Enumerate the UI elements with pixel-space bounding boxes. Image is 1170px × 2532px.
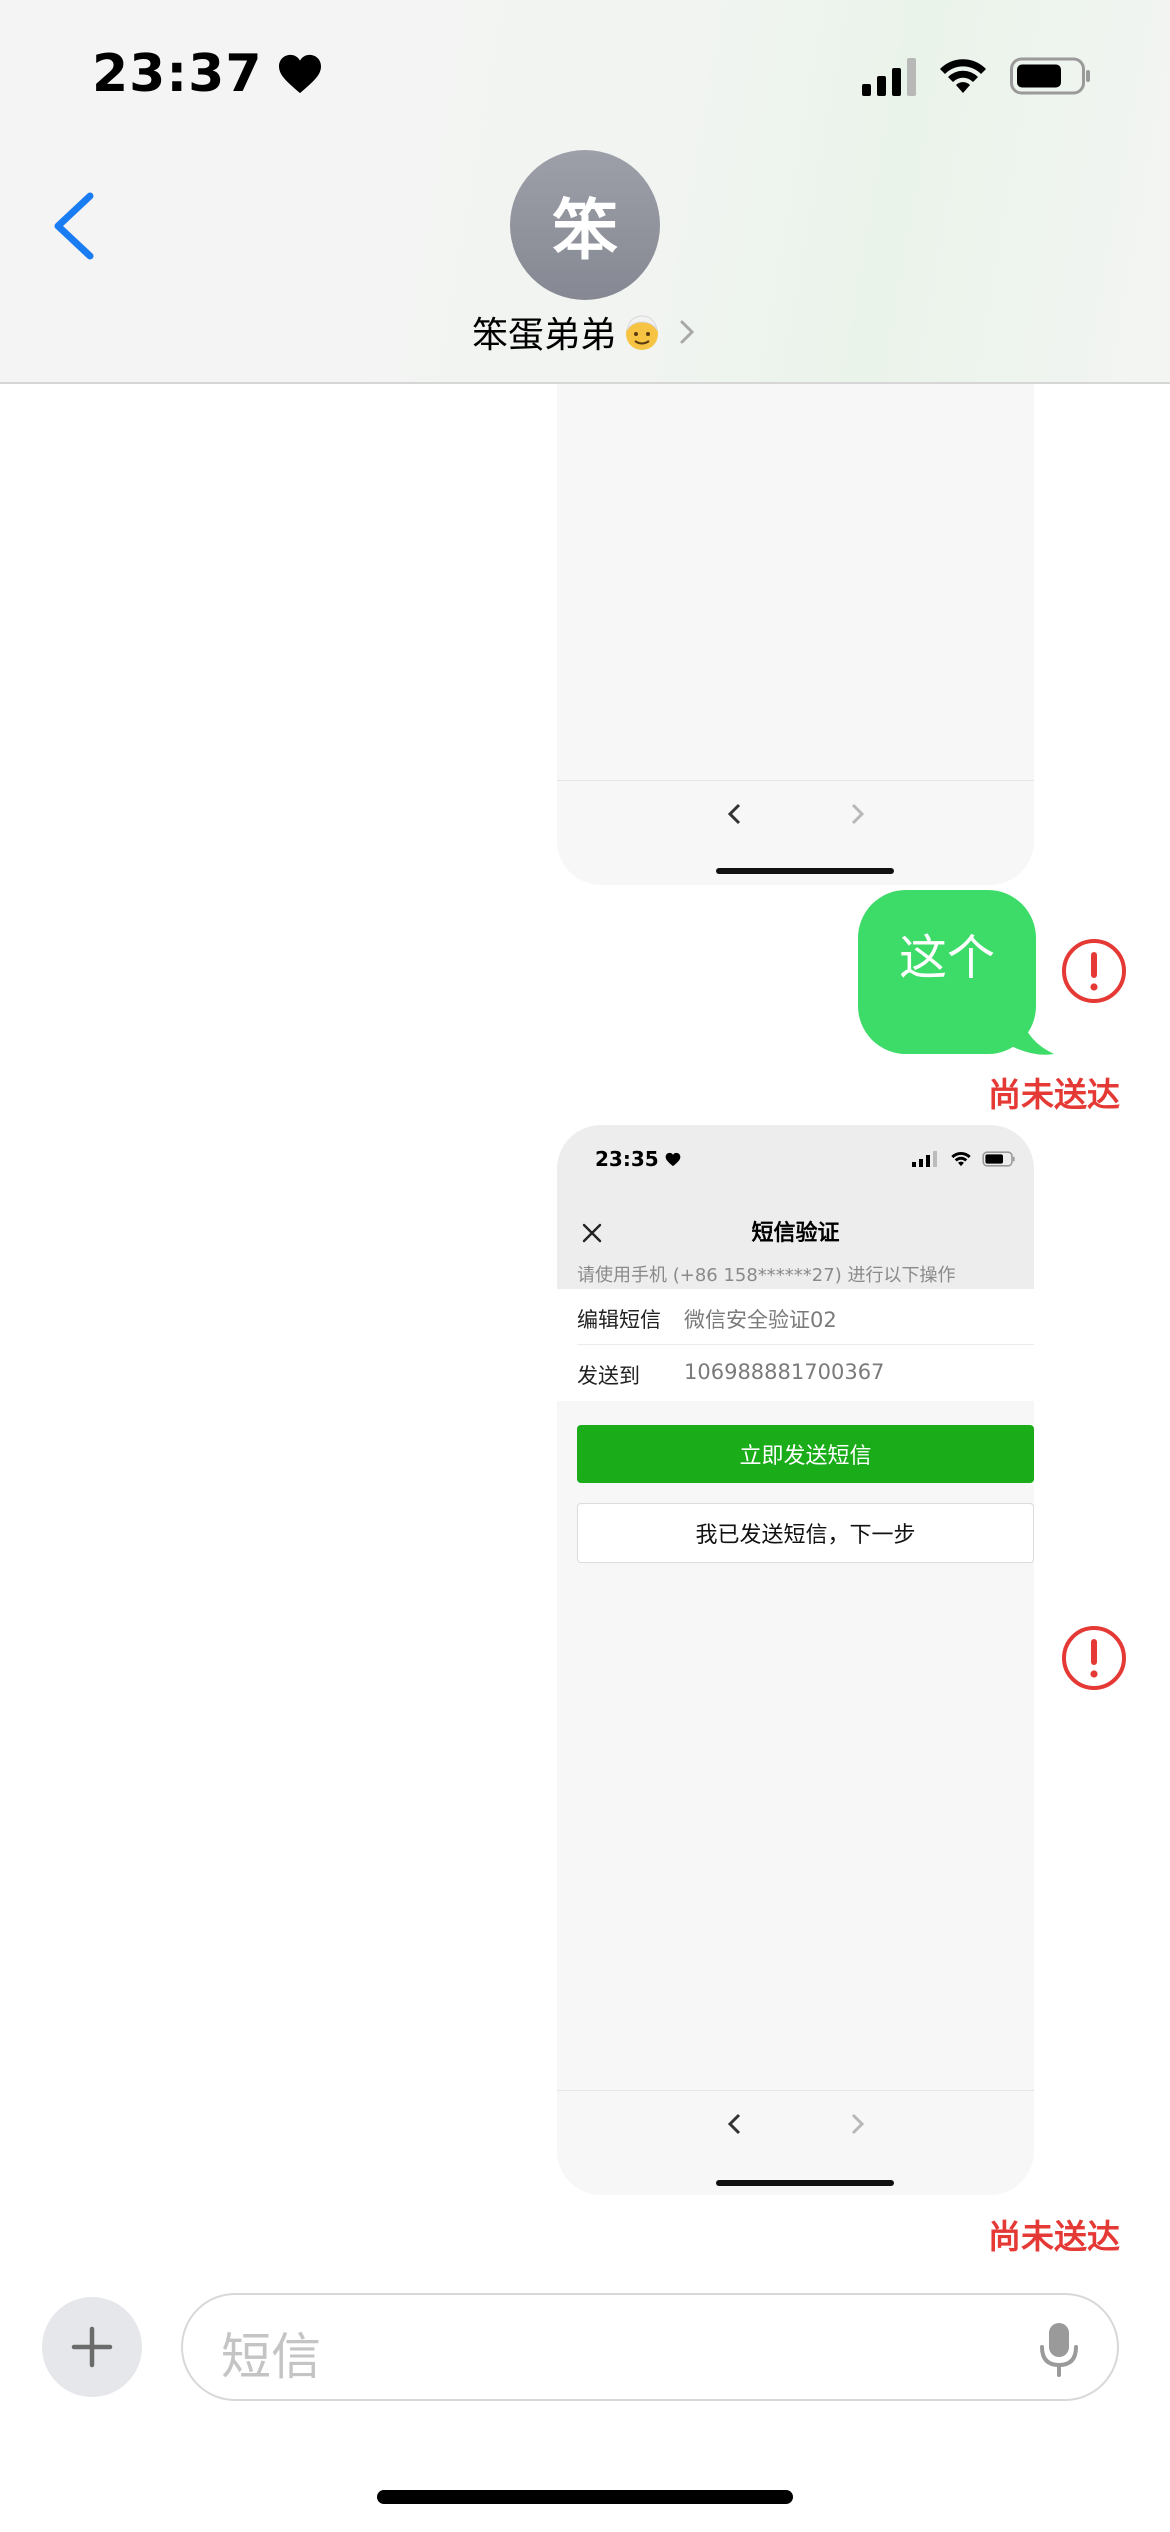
attached-screenshot-2[interactable]: 23:35 短信验证 请使用手机 (+86 158******27) 进行以下操…: [557, 1125, 1034, 2195]
message-bubble[interactable]: 这个: [858, 890, 1036, 1054]
home-indicator: [716, 868, 894, 874]
plus-icon: [71, 2326, 113, 2368]
screenshot-status-bar: 23:35: [557, 1125, 1034, 1195]
screenshot-hint: 请使用手机 (+86 158******27) 进行以下操作: [577, 1265, 956, 1286]
status-time-text: 23:37: [92, 44, 263, 104]
send-sms-now-button: 立即发送短信: [577, 1425, 1034, 1483]
attached-screenshot-1[interactable]: [557, 300, 1034, 885]
back-chevron-icon: [727, 2113, 740, 2135]
screenshot-status-icons: [912, 1151, 1016, 1167]
send-to-row: 发送到 106988881700367: [557, 1345, 1034, 1401]
contact-name: 笨蛋弟弟: [471, 315, 616, 356]
forward-chevron-icon: [851, 2113, 864, 2135]
old-man-emoji-icon: [626, 315, 658, 350]
conversation-header: 23:37 笨 笨蛋弟弟: [0, 0, 1170, 384]
row-label: 发送到: [577, 1364, 640, 1388]
message-input[interactable]: 短信: [181, 2293, 1119, 2401]
add-attachment-button[interactable]: [42, 2297, 142, 2397]
microphone-icon[interactable]: [1037, 2321, 1081, 2377]
battery-icon: [1010, 57, 1090, 95]
status-icons: [862, 56, 1092, 96]
error-icon[interactable]: [1061, 938, 1127, 1004]
screenshot-title: 短信验证: [751, 1221, 840, 1246]
heart-icon: [665, 1152, 681, 1166]
cellular-signal-icon: [912, 1151, 937, 1167]
back-chevron-icon[interactable]: [44, 188, 104, 264]
sms-sent-next-button: 我已发送短信，下一步: [577, 1503, 1034, 1563]
sms-content-row: 编辑短信 微信安全验证02: [557, 1289, 1034, 1345]
avatar-initial: 笨: [552, 192, 618, 269]
contact-avatar[interactable]: 笨: [510, 150, 660, 300]
row-value: 106988881700367: [684, 1360, 885, 1384]
wifi-icon: [951, 1151, 971, 1167]
back-chevron-icon: [727, 803, 740, 825]
screenshot-time: 23:35: [595, 1147, 681, 1171]
undelivered-label: 尚未送达: [988, 2217, 1120, 2256]
browser-navbar: [557, 780, 1034, 847]
error-icon[interactable]: [1061, 1625, 1127, 1691]
wifi-icon: [940, 59, 986, 93]
browser-navbar: [557, 2090, 1034, 2157]
row-value: 微信安全验证02: [684, 1308, 837, 1332]
undelivered-label: 尚未送达: [988, 1075, 1120, 1114]
home-indicator[interactable]: [377, 2490, 793, 2504]
row-label: 编辑短信: [577, 1308, 661, 1332]
message-text: 这个: [898, 930, 995, 986]
home-indicator: [716, 2180, 894, 2186]
contact-name-button[interactable]: 笨蛋弟弟: [0, 306, 1170, 358]
heart-icon: [278, 54, 321, 94]
cellular-signal-icon: [862, 56, 916, 96]
message-input-placeholder: 短信: [221, 2328, 321, 2386]
forward-chevron-icon: [851, 803, 864, 825]
chevron-right-icon: [680, 320, 695, 344]
status-time: 23:37: [92, 44, 323, 104]
battery-icon: [982, 1151, 1015, 1167]
